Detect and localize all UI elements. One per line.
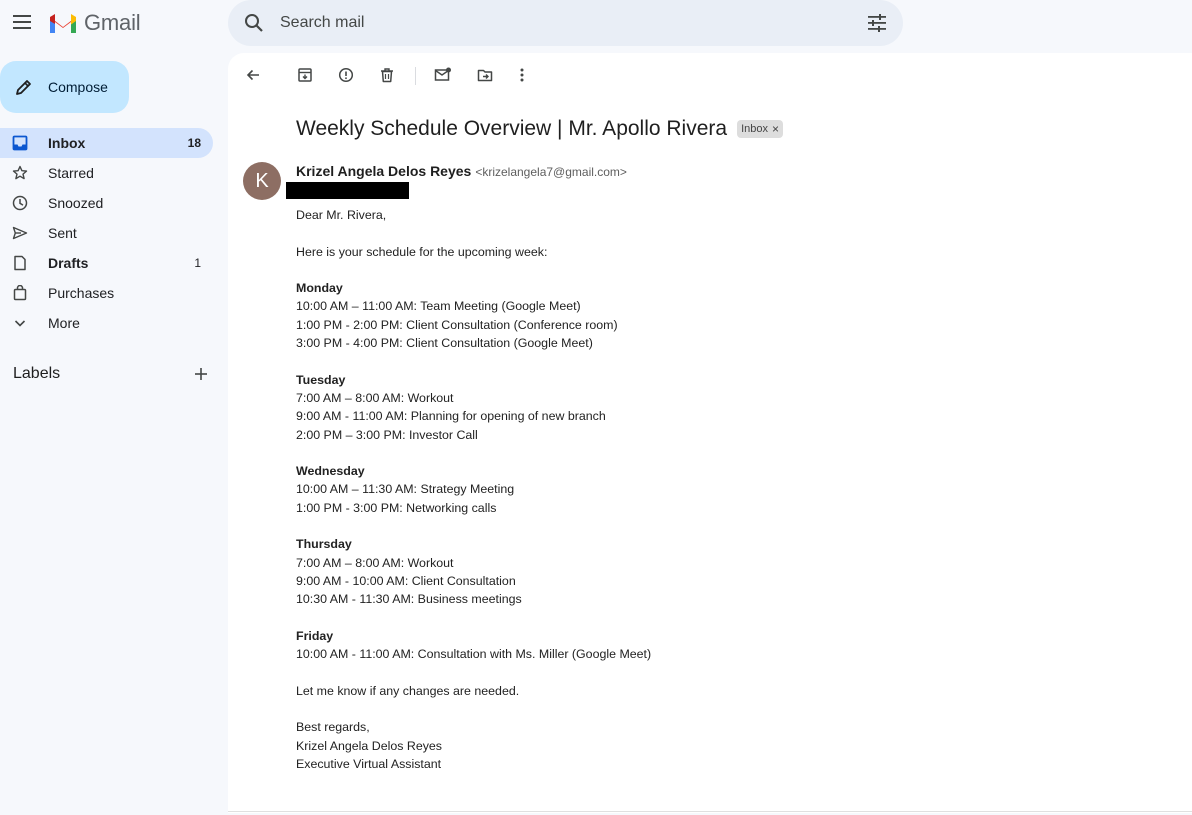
more-options-button[interactable] — [510, 63, 534, 87]
sidebar-item-drafts[interactable]: Drafts 1 — [0, 248, 213, 278]
toolbar-divider — [415, 67, 416, 85]
sidebar-item-snoozed[interactable]: Snoozed — [0, 188, 213, 218]
gmail-m-logo-icon — [50, 14, 76, 33]
signoff: Best regards, — [296, 720, 370, 735]
label-chip-inbox: Inbox × — [737, 120, 784, 138]
avatar[interactable]: K — [243, 162, 281, 200]
day-heading: Wednesday — [296, 464, 365, 479]
schedule-item: 10:00 AM – 11:30 AM: Strategy Meeting — [296, 482, 515, 497]
schedule-item: 1:00 PM - 2:00 PM: Client Consultation (… — [296, 317, 618, 332]
mark-unread-button[interactable] — [431, 63, 455, 87]
search-icon — [245, 14, 263, 32]
redacted-recipient — [286, 182, 409, 199]
sidebar-item-label: Starred — [48, 165, 94, 181]
compose-label: Compose — [48, 79, 108, 95]
divider — [228, 811, 1192, 812]
inbox-icon — [12, 135, 28, 151]
labels-title: Labels — [13, 365, 61, 382]
gmail-logo[interactable]: Gmail — [48, 10, 141, 36]
archive-button[interactable] — [293, 63, 317, 87]
schedule-item: 9:00 AM - 11:00 AM: Planning for opening… — [296, 409, 606, 424]
menu-icon — [13, 15, 31, 29]
unread-count: 18 — [187, 136, 201, 150]
sidebar-item-purchases[interactable]: Purchases — [0, 278, 213, 308]
message-view: Weekly Schedule Overview | Mr. Apollo Ri… — [228, 53, 1192, 813]
remove-label-button[interactable]: × — [772, 122, 779, 136]
chevron-down-icon — [14, 320, 26, 327]
menu-button[interactable] — [8, 8, 36, 36]
schedule-item: 2:00 PM – 3:00 PM: Investor Call — [296, 427, 478, 442]
schedule-item: 9:00 AM - 10:00 AM: Client Consultation — [296, 573, 516, 588]
search-button[interactable] — [228, 13, 280, 33]
day-heading: Tuesday — [296, 372, 346, 387]
sidebar-item-more[interactable]: More — [0, 308, 213, 338]
create-label-button[interactable] — [189, 362, 213, 386]
star-icon — [12, 165, 28, 180]
trash-icon — [381, 68, 393, 83]
sidebar-item-sent[interactable]: Sent — [0, 218, 213, 248]
subject-row: Weekly Schedule Overview | Mr. Apollo Ri… — [296, 117, 784, 141]
schedule-item: 10:00 AM – 11:00 AM: Team Meeting (Googl… — [296, 299, 581, 314]
sender-line: Krizel Angela Delos Reyes <krizelangela7… — [296, 163, 627, 179]
plus-icon — [195, 368, 207, 380]
report-spam-button[interactable] — [334, 63, 358, 87]
intro-line: Here is your schedule for the upcoming w… — [296, 244, 548, 259]
arrow-back-icon — [246, 69, 259, 81]
report-spam-icon — [338, 67, 354, 83]
schedule-item: 10:30 AM - 11:30 AM: Business meetings — [296, 592, 522, 607]
sidebar-item-label: Purchases — [48, 285, 115, 301]
sender-email: <krizelangela7@gmail.com> — [475, 165, 627, 179]
schedule-item: 7:00 AM – 8:00 AM: Workout — [296, 555, 454, 570]
greeting: Dear Mr. Rivera, — [296, 208, 387, 222]
draft-count: 1 — [194, 256, 201, 270]
email-body: Dear Mr. Rivera, Here is your schedule f… — [296, 206, 996, 773]
tune-icon — [868, 14, 886, 32]
delete-button[interactable] — [375, 63, 399, 87]
search-input[interactable] — [280, 14, 851, 32]
labels-header: Labels — [13, 362, 213, 386]
search-options-button[interactable] — [851, 14, 903, 32]
sidebar-item-label: Sent — [48, 225, 77, 241]
sidebar-item-label: Inbox — [48, 135, 86, 151]
send-icon — [12, 226, 28, 240]
label-chip-text: Inbox — [741, 123, 768, 135]
move-to-button[interactable] — [473, 63, 497, 87]
gmail-app: Gmail Compos — [0, 0, 1192, 815]
sidebar-item-inbox[interactable]: Inbox 18 — [0, 128, 213, 158]
day-heading: Friday — [296, 628, 334, 643]
archive-icon — [298, 68, 312, 82]
sender-name: Krizel Angela Delos Reyes — [296, 163, 472, 179]
message-toolbar — [228, 63, 628, 87]
day-heading: Thursday — [296, 537, 352, 552]
schedule-item: 1:00 PM - 3:00 PM: Networking calls — [296, 500, 497, 515]
compose-button[interactable]: Compose — [0, 61, 129, 113]
schedule-item: 7:00 AM – 8:00 AM: Workout — [296, 390, 454, 405]
more-vert-icon — [520, 68, 524, 82]
schedule-item: 10:00 AM - 11:00 AM: Consultation with M… — [296, 647, 652, 662]
move-to-icon — [477, 69, 493, 82]
closing-line: Let me know if any changes are needed. — [296, 683, 520, 698]
draft-icon — [14, 255, 26, 271]
shopping-bag-icon — [13, 285, 27, 301]
pencil-icon — [16, 80, 31, 95]
clock-icon — [12, 195, 28, 211]
signature-title: Executive Virtual Assistant — [296, 756, 442, 771]
app-name: Gmail — [84, 10, 141, 35]
day-heading: Monday — [296, 281, 343, 296]
search-bar[interactable] — [228, 0, 903, 46]
sidebar-nav: Inbox 18 Starred Snoozed Sent Drafts 1 P… — [0, 128, 213, 338]
mark-unread-icon — [434, 67, 451, 81]
signature-name: Krizel Angela Delos Reyes — [296, 738, 443, 753]
back-button[interactable] — [241, 63, 265, 87]
sidebar-item-label: Snoozed — [48, 195, 104, 211]
sidebar-item-label: Drafts — [48, 255, 89, 271]
sidebar-item-label: More — [48, 315, 80, 331]
schedule-item: 3:00 PM - 4:00 PM: Client Consultation (… — [296, 336, 593, 351]
sidebar-item-starred[interactable]: Starred — [0, 158, 213, 188]
email-subject: Weekly Schedule Overview | Mr. Apollo Ri… — [296, 117, 728, 140]
